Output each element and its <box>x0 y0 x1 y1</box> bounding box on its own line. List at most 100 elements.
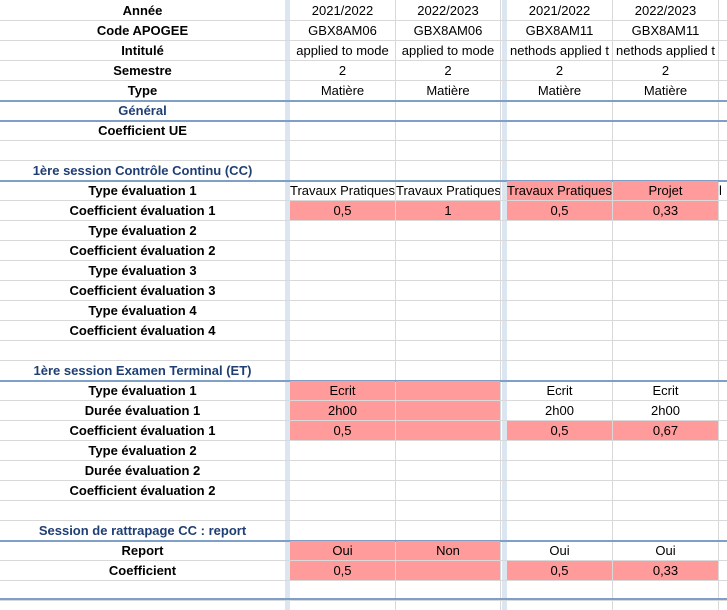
grid-cell[interactable] <box>719 121 727 141</box>
grid-cell[interactable] <box>290 301 395 321</box>
grid-cell[interactable] <box>396 141 500 161</box>
grid-cell[interactable]: 2 <box>290 61 395 81</box>
row-label[interactable]: Type évaluation 2 <box>0 441 285 461</box>
grid-cell[interactable] <box>613 461 718 481</box>
grid-cell[interactable] <box>613 501 718 521</box>
grid-cell[interactable]: Oui <box>507 541 612 561</box>
grid-cell[interactable] <box>507 281 612 301</box>
grid-cell[interactable] <box>507 461 612 481</box>
grid-cell[interactable]: Non <box>396 541 500 561</box>
grid-cell[interactable]: GBX8AM06 <box>290 21 395 41</box>
grid-cell[interactable]: GBX8AM06 <box>396 21 500 41</box>
grid-cell[interactable]: Travaux Pratiques <box>396 181 500 201</box>
grid-cell[interactable]: 0,33 <box>613 561 718 581</box>
grid-cell[interactable] <box>396 521 500 541</box>
grid-cell[interactable] <box>507 221 612 241</box>
grid-cell[interactable] <box>396 481 500 501</box>
row-label[interactable]: Type évaluation 1 <box>0 381 285 401</box>
grid-cell[interactable] <box>719 161 727 181</box>
grid-cell[interactable] <box>507 341 612 361</box>
grid-cell[interactable] <box>613 341 718 361</box>
grid-cell[interactable]: 2 <box>507 61 612 81</box>
grid-cell[interactable]: 2h00 <box>613 401 718 421</box>
grid-cell[interactable] <box>613 121 718 141</box>
grid-cell[interactable] <box>507 161 612 181</box>
grid-cell[interactable]: Oui <box>290 541 395 561</box>
grid-cell[interactable] <box>290 221 395 241</box>
grid-cell[interactable] <box>396 161 500 181</box>
grid-cell[interactable] <box>396 241 500 261</box>
grid-cell[interactable] <box>396 101 500 121</box>
row-label[interactable]: Coefficient <box>0 561 285 581</box>
grid-cell[interactable] <box>290 341 395 361</box>
grid-cell[interactable] <box>719 41 727 61</box>
grid-cell[interactable] <box>719 381 727 401</box>
row-label[interactable]: Coefficient UE <box>0 121 285 141</box>
grid-cell[interactable]: 2 <box>396 61 500 81</box>
grid-cell[interactable] <box>719 81 727 101</box>
grid-cell[interactable]: 0,33 <box>613 201 718 221</box>
grid-cell[interactable] <box>507 101 612 121</box>
grid-cell[interactable]: Oui <box>613 541 718 561</box>
grid-cell[interactable]: applied to mode <box>290 41 395 61</box>
grid-cell[interactable] <box>719 501 727 521</box>
grid-cell[interactable] <box>396 561 500 581</box>
grid-cell[interactable] <box>719 541 727 561</box>
grid-cell[interactable] <box>613 321 718 341</box>
grid-cell[interactable] <box>396 281 500 301</box>
grid-cell[interactable] <box>290 281 395 301</box>
section-title[interactable]: 1ère session Examen Terminal (ET) <box>0 361 285 381</box>
grid-cell[interactable] <box>719 261 727 281</box>
grid-cell[interactable]: 2021/2022 <box>290 1 395 21</box>
section-title[interactable]: 1ère session Contrôle Continu (CC) <box>0 161 285 181</box>
grid-cell[interactable] <box>396 221 500 241</box>
grid-cell[interactable] <box>507 121 612 141</box>
grid-cell[interactable] <box>719 101 727 121</box>
grid-cell[interactable]: 0,67 <box>613 421 718 441</box>
grid-cell[interactable] <box>396 301 500 321</box>
grid-cell[interactable] <box>396 121 500 141</box>
grid-cell[interactable] <box>290 501 395 521</box>
grid-cell[interactable] <box>613 521 718 541</box>
grid-cell[interactable]: 0,5 <box>290 561 395 581</box>
grid-cell[interactable]: 2h00 <box>507 401 612 421</box>
grid-cell[interactable] <box>290 121 395 141</box>
grid-cell[interactable] <box>719 241 727 261</box>
grid-cell[interactable]: 2022/2023 <box>613 1 718 21</box>
grid-cell[interactable] <box>290 161 395 181</box>
grid-cell[interactable] <box>507 241 612 261</box>
grid-cell[interactable]: nethods applied t <box>507 41 612 61</box>
grid-cell[interactable] <box>613 161 718 181</box>
grid-cell[interactable] <box>507 141 612 161</box>
grid-cell[interactable] <box>719 201 727 221</box>
grid-cell[interactable] <box>290 521 395 541</box>
grid-cell[interactable] <box>613 221 718 241</box>
grid-cell[interactable] <box>719 1 727 21</box>
grid-cell[interactable] <box>613 301 718 321</box>
grid-cell[interactable] <box>507 521 612 541</box>
grid-cell[interactable]: Matière <box>396 81 500 101</box>
grid-cell[interactable]: Matière <box>290 81 395 101</box>
grid-cell[interactable] <box>719 281 727 301</box>
grid-cell[interactable] <box>719 221 727 241</box>
grid-cell[interactable] <box>719 421 727 441</box>
grid-cell[interactable] <box>290 101 395 121</box>
row-label[interactable]: Report <box>0 541 285 561</box>
grid-cell[interactable]: Travaux Pratiques <box>290 181 395 201</box>
grid-cell[interactable] <box>290 361 395 381</box>
grid-cell[interactable] <box>290 261 395 281</box>
row-label[interactable]: Année <box>0 1 285 21</box>
row-label[interactable]: Durée évaluation 2 <box>0 461 285 481</box>
grid-cell[interactable] <box>719 361 727 381</box>
grid-cell[interactable]: GBX8AM11 <box>507 21 612 41</box>
grid-cell[interactable] <box>290 481 395 501</box>
row-label[interactable]: Coefficient évaluation 2 <box>0 481 285 501</box>
grid-cell[interactable] <box>613 261 718 281</box>
row-label[interactable] <box>0 341 285 361</box>
grid-cell[interactable]: Projet <box>613 181 718 201</box>
grid-cell[interactable]: 2h00 <box>290 401 395 421</box>
grid-cell[interactable]: 0,5 <box>507 561 612 581</box>
grid-cell[interactable] <box>396 361 500 381</box>
grid-cell[interactable] <box>719 141 727 161</box>
row-label[interactable]: Intitulé <box>0 41 285 61</box>
